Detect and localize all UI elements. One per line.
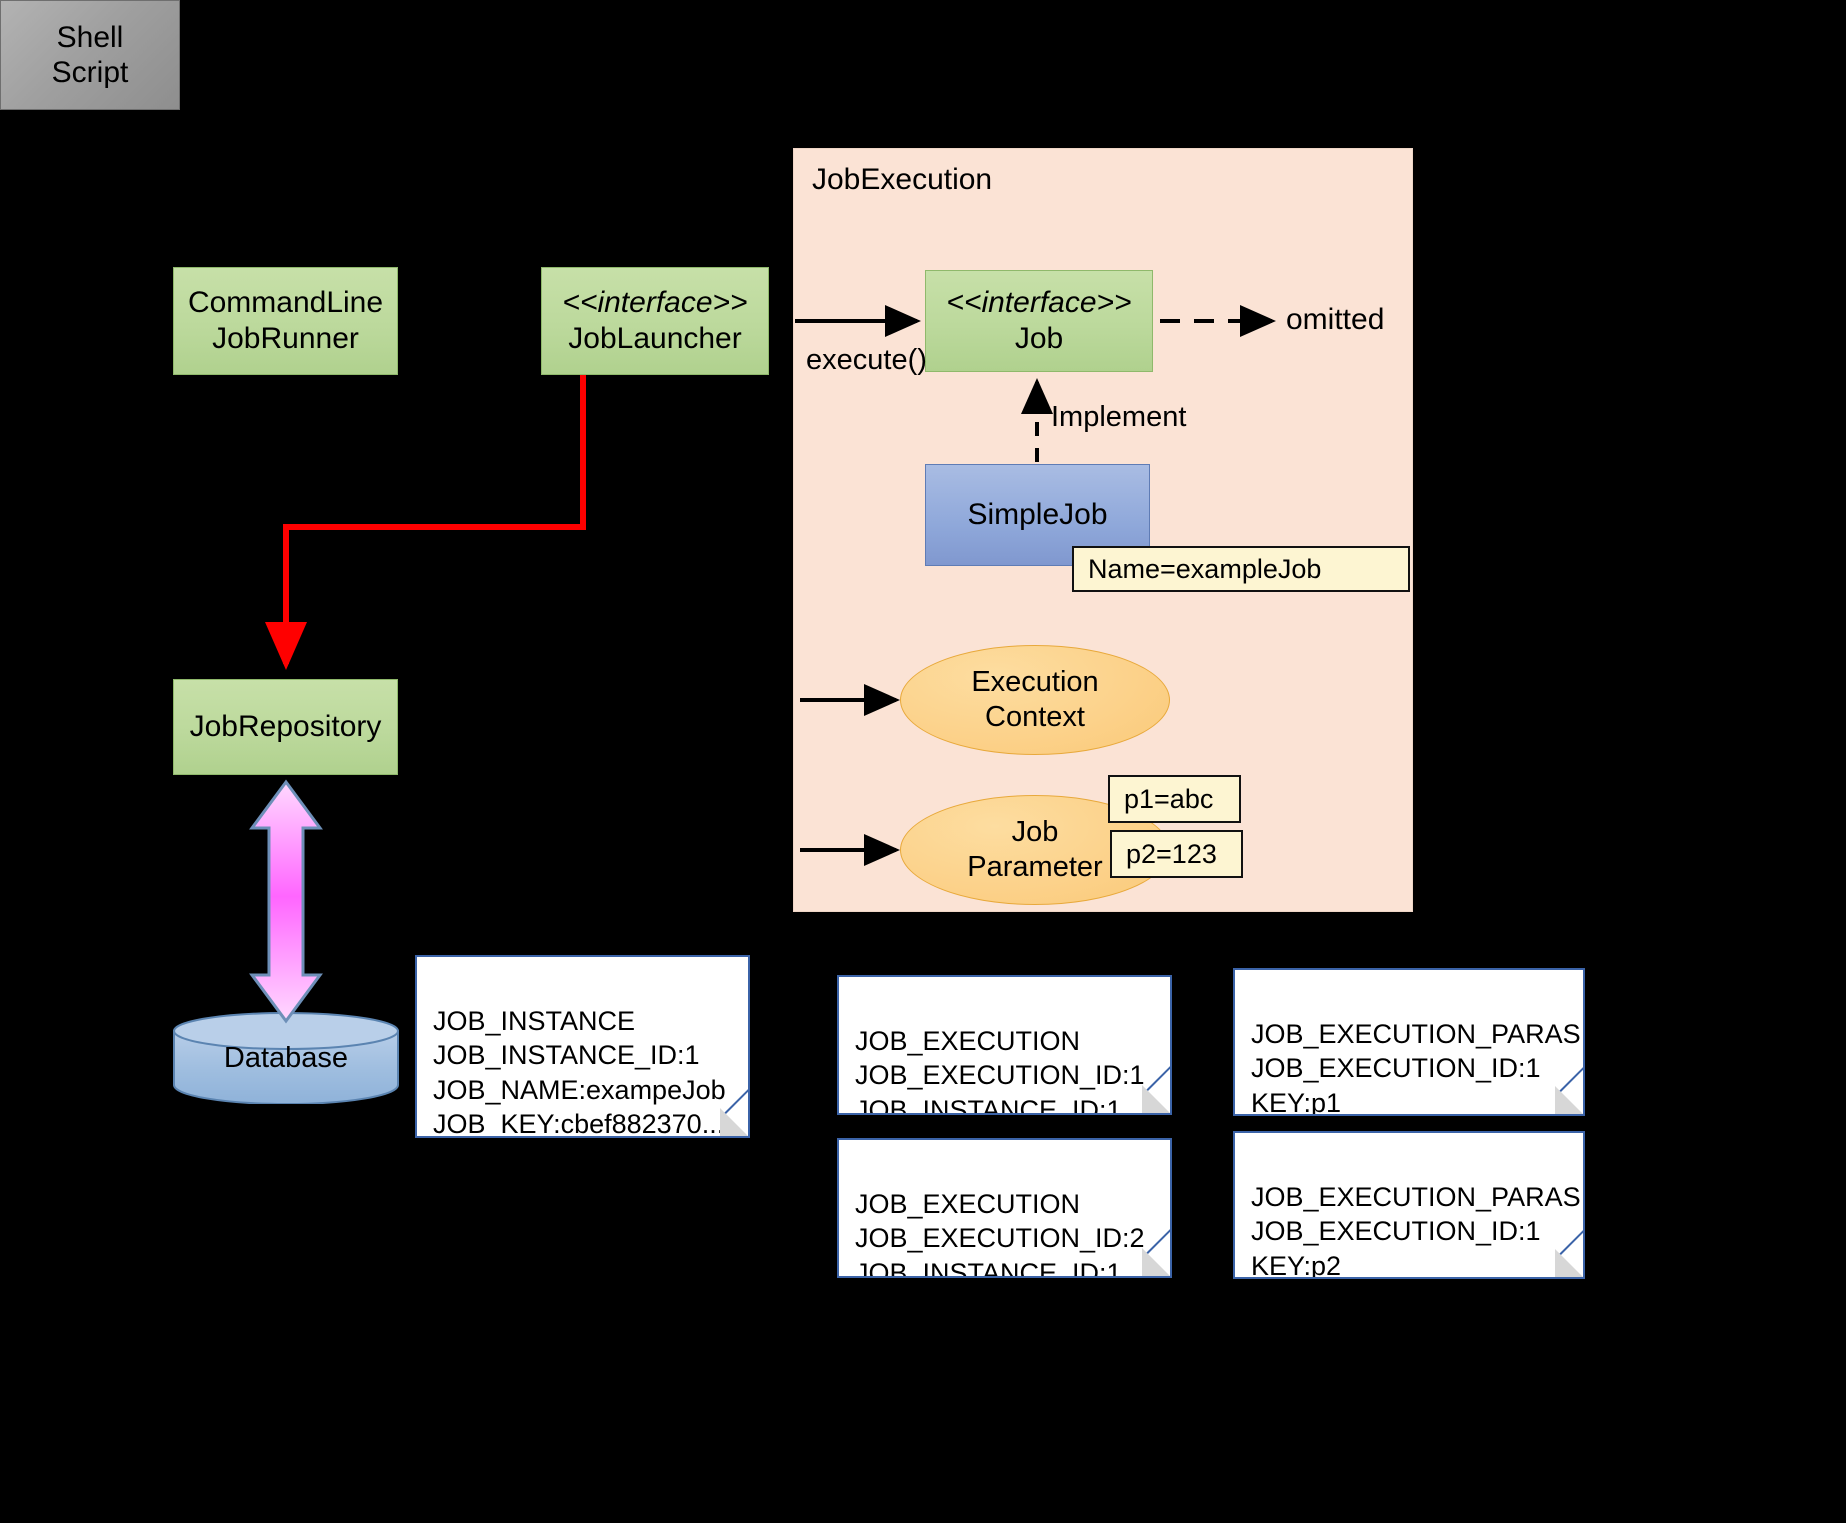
job-label: Job xyxy=(1014,322,1064,355)
database-cylinder: Database xyxy=(172,1012,400,1105)
job-launcher-box: <<interface>> JobLauncher xyxy=(541,267,769,375)
job-launcher-stereotype: <<interface>> xyxy=(562,286,748,319)
job-execution-paras-note-2-text: JOB_EXECUTION_PARAS JOB_EXECUTION_ID:1 K… xyxy=(1251,1181,1581,1279)
execution-context-ellipse: Execution Context xyxy=(900,645,1170,755)
execution-context-label: Execution Context xyxy=(971,666,1099,733)
job-instance-note: JOB_INSTANCE JOB_INSTANCE_ID:1 JOB_NAME:… xyxy=(415,955,750,1138)
job-repository-box: JobRepository xyxy=(173,679,398,775)
command-line-job-runner-label: CommandLine JobRunner xyxy=(187,286,384,355)
job-interface-box: <<interface>> Job xyxy=(925,270,1153,372)
job-execution-note-2: JOB_EXECUTION JOB_EXECUTION_ID:2 JOB_INS… xyxy=(837,1138,1172,1278)
job-execution-paras-note-1-text: JOB_EXECUTION_PARAS JOB_EXECUTION_ID:1 K… xyxy=(1251,1018,1581,1116)
job-launcher-label: JobLauncher xyxy=(568,322,742,355)
repository-database-double-arrow xyxy=(249,779,323,1024)
database-label: Database xyxy=(223,1041,349,1074)
job-launcher-to-repository-arrow xyxy=(265,375,586,670)
job-execution-title: JobExecution xyxy=(812,163,993,196)
job-execution-paras-note-1: JOB_EXECUTION_PARAS JOB_EXECUTION_ID:1 K… xyxy=(1233,968,1585,1116)
param1-note: p1=abc xyxy=(1108,775,1241,823)
job-stereotype: <<interface>> xyxy=(946,286,1132,319)
job-repository-label: JobRepository xyxy=(189,710,382,743)
job-parameter-label: Job Parameter xyxy=(967,816,1103,883)
simple-job-name-text: Name=exampleJob xyxy=(1088,553,1322,584)
job-instance-note-text: JOB_INSTANCE JOB_INSTANCE_ID:1 JOB_NAME:… xyxy=(433,1005,726,1138)
shell-script-label: Shell Script xyxy=(51,20,129,89)
implement-label: Implement xyxy=(1051,401,1187,433)
param2-note: p2=123 xyxy=(1110,830,1243,878)
omitted-label: omitted xyxy=(1286,303,1385,336)
diagram-canvas: Shell Script JobExecution CommandLine Jo… xyxy=(0,0,1846,1523)
job-execution-note-2-text: JOB_EXECUTION JOB_EXECUTION_ID:2 JOB_INS… xyxy=(855,1188,1145,1278)
job-execution-note-1: JOB_EXECUTION JOB_EXECUTION_ID:1 JOB_INS… xyxy=(837,975,1172,1115)
job-execution-paras-note-2: JOB_EXECUTION_PARAS JOB_EXECUTION_ID:1 K… xyxy=(1233,1131,1585,1279)
simple-job-label: SimpleJob xyxy=(967,498,1108,531)
execute-label: execute() xyxy=(806,344,927,376)
param1-text: p1=abc xyxy=(1124,783,1214,814)
param2-text: p2=123 xyxy=(1126,838,1217,869)
shell-script-box: Shell Script xyxy=(0,0,180,110)
job-execution-note-1-text: JOB_EXECUTION JOB_EXECUTION_ID:1 JOB_INS… xyxy=(855,1025,1145,1115)
command-line-job-runner-box: CommandLine JobRunner xyxy=(173,267,398,375)
simple-job-name-note: Name=exampleJob xyxy=(1072,546,1410,592)
